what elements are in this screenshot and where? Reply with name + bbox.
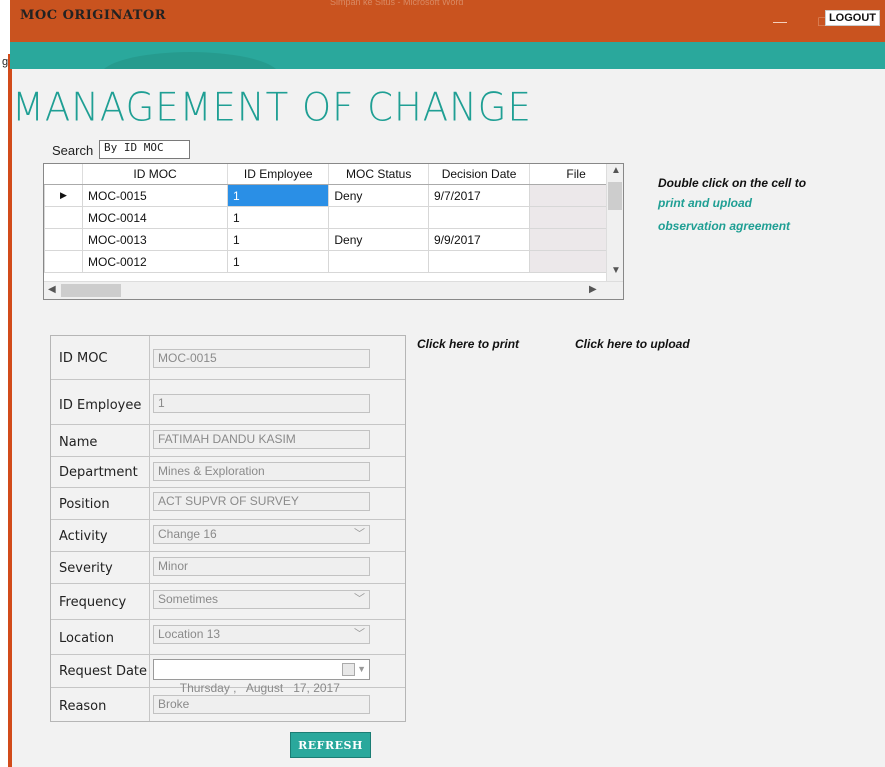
chevron-down-icon[interactable]: ﹀ xyxy=(354,526,365,543)
scroll-right-icon[interactable]: ▶ xyxy=(589,284,597,295)
frequency-dropdown[interactable]: Sometimes ﹀ xyxy=(153,590,370,609)
frequency-value: Sometimes xyxy=(158,592,219,606)
activity-value: Change 16 xyxy=(158,527,217,541)
activity-label: Activity xyxy=(59,529,108,544)
id-employee-field[interactable]: 1 xyxy=(153,394,370,413)
table-row[interactable]: MOC-0014 1 xyxy=(44,206,623,229)
row-header-corner xyxy=(44,164,84,185)
scroll-down-icon[interactable]: ▼ xyxy=(611,265,621,276)
horizontal-scrollbar[interactable]: ◀ ▶ xyxy=(44,281,623,299)
scroll-left-icon[interactable]: ◀ xyxy=(48,284,56,295)
search-input[interactable]: By ID MOC xyxy=(99,140,190,159)
id-moc-field[interactable]: MOC-0015 xyxy=(153,349,370,368)
app-title: MOC ORIGINATOR xyxy=(20,8,167,23)
vertical-scroll-thumb[interactable] xyxy=(608,182,622,210)
cell-id-moc[interactable]: MOC-0012 xyxy=(82,250,229,273)
logout-button[interactable]: LOGOUT xyxy=(824,10,880,26)
refresh-button[interactable]: REFRESH xyxy=(290,732,371,758)
department-label: Department xyxy=(59,465,138,480)
minimize-button[interactable]: — xyxy=(760,0,800,42)
form-row-request-date: Request Date Thursday , August 17, 2017 … xyxy=(51,654,405,695)
id-employee-label: ID Employee xyxy=(59,398,142,413)
reason-field[interactable]: Broke xyxy=(153,695,370,714)
row-header[interactable] xyxy=(44,228,84,251)
header-decoration xyxy=(103,52,277,69)
severity-label: Severity xyxy=(59,561,113,576)
row-header[interactable] xyxy=(44,250,84,273)
chevron-down-icon[interactable]: ﹀ xyxy=(354,626,365,643)
app-header xyxy=(10,42,885,69)
column-header-decision-date[interactable]: Decision Date xyxy=(428,164,531,185)
hint-double-click: Double click on the cell to xyxy=(658,176,807,190)
moc-detail-form: ID MOC MOC-0015 ID Employee 1 Name FATIM… xyxy=(50,335,406,722)
current-row-indicator-icon[interactable]: ▶ xyxy=(44,184,84,207)
request-date-label: Request Date xyxy=(59,664,148,679)
severity-field[interactable]: Minor xyxy=(153,557,370,576)
cell-moc-status[interactable]: Deny xyxy=(328,228,429,251)
scroll-up-icon[interactable]: ▲ xyxy=(611,165,621,176)
cell-moc-status[interactable]: Deny xyxy=(328,184,429,207)
cell-id-employee[interactable]: 1 xyxy=(227,250,330,273)
cell-id-moc[interactable]: MOC-0013 xyxy=(82,228,229,251)
cell-decision-date[interactable]: 9/9/2017 xyxy=(427,228,531,251)
calendar-dropdown-icon[interactable]: ▼ xyxy=(357,660,366,679)
form-row-position: Position ACT SUPVR OF SURVEY xyxy=(51,487,405,520)
cell-decision-date[interactable] xyxy=(427,206,531,229)
department-field[interactable]: Mines & Exploration xyxy=(153,462,370,481)
page-title: MANAGEMENT OF CHANGE xyxy=(12,84,532,131)
moc-data-grid[interactable]: ID MOC ID Employee MOC Status Decision D… xyxy=(43,163,624,300)
cell-id-moc[interactable]: MOC-0015 xyxy=(82,184,229,207)
name-field[interactable]: FATIMAH DANDU KASIM xyxy=(153,430,370,449)
column-header-id-employee[interactable]: ID Employee xyxy=(227,164,330,185)
hint-observation-agreement: observation agreement xyxy=(658,219,791,233)
id-moc-label: ID MOC xyxy=(59,351,108,366)
cell-moc-status[interactable] xyxy=(328,206,429,229)
search-label: Search xyxy=(52,143,94,158)
position-label: Position xyxy=(59,497,110,512)
calendar-icon[interactable] xyxy=(342,663,355,676)
table-row[interactable]: ▶ MOC-0015 1 Deny 9/7/2017 xyxy=(44,184,623,207)
column-header-moc-status[interactable]: MOC Status xyxy=(328,164,429,185)
cell-id-employee[interactable]: 1 xyxy=(227,184,330,207)
vertical-scrollbar[interactable]: ▲ ▼ xyxy=(606,164,623,282)
form-row-department: Department Mines & Exploration xyxy=(51,456,405,488)
form-row-id-moc: ID MOC MOC-0015 xyxy=(51,336,405,380)
upload-link[interactable]: Click here to upload xyxy=(575,337,690,351)
cell-decision-date[interactable]: 9/7/2017 xyxy=(427,184,531,207)
form-row-name: Name FATIMAH DANDU KASIM xyxy=(51,424,405,457)
cell-id-moc[interactable]: MOC-0014 xyxy=(82,206,229,229)
row-header[interactable] xyxy=(44,206,84,229)
location-value: Location 13 xyxy=(158,627,221,641)
hint-print-upload: print and upload xyxy=(658,196,752,210)
column-header-id-moc[interactable]: ID MOC xyxy=(82,164,229,185)
form-row-reason: Reason Broke xyxy=(51,687,405,721)
horizontal-scroll-thumb[interactable] xyxy=(61,284,121,297)
position-field[interactable]: ACT SUPVR OF SURVEY xyxy=(153,492,370,511)
form-row-location: Location Location 13 ﹀ xyxy=(51,619,405,655)
form-row-severity: Severity Minor xyxy=(51,551,405,584)
form-row-frequency: Frequency Sometimes ﹀ xyxy=(51,583,405,620)
chevron-down-icon[interactable]: ﹀ xyxy=(354,591,365,608)
activity-dropdown[interactable]: Change 16 ﹀ xyxy=(153,525,370,544)
background-window-title: Simpan ke Situs - Microsoft Word xyxy=(330,0,464,7)
form-row-id-employee: ID Employee 1 xyxy=(51,379,405,425)
print-link[interactable]: Click here to print xyxy=(417,337,519,351)
location-label: Location xyxy=(59,631,114,646)
location-dropdown[interactable]: Location 13 ﹀ xyxy=(153,625,370,644)
cell-id-employee[interactable]: 1 xyxy=(227,206,330,229)
cell-id-employee[interactable]: 1 xyxy=(227,228,330,251)
name-label: Name xyxy=(59,435,98,450)
request-date-picker[interactable]: Thursday , August 17, 2017 ▼ xyxy=(153,659,370,695)
frequency-label: Frequency xyxy=(59,595,127,610)
cell-moc-status[interactable] xyxy=(328,250,429,273)
table-row[interactable]: MOC-0012 1 xyxy=(44,250,623,273)
cell-decision-date[interactable] xyxy=(427,250,531,273)
table-row[interactable]: MOC-0013 1 Deny 9/9/2017 xyxy=(44,228,623,251)
form-row-activity: Activity Change 16 ﹀ xyxy=(51,519,405,552)
reason-label: Reason xyxy=(59,699,107,714)
